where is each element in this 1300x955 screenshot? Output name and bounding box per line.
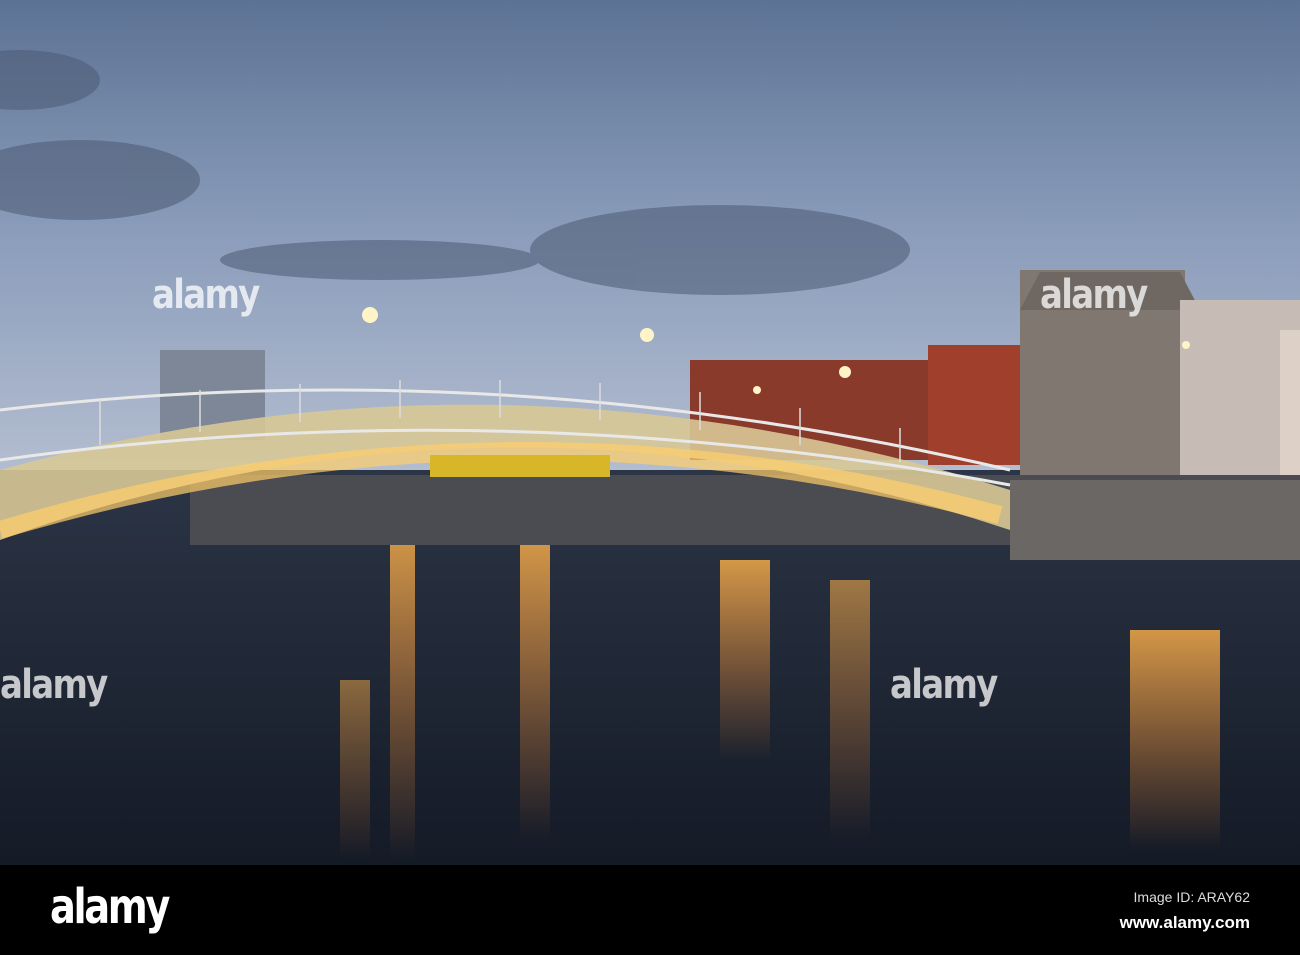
alamy-logo: alamy — [50, 879, 170, 935]
watermark-logo: alamy — [152, 272, 260, 318]
footer-bar: alamy Image ID: ARAY62 www.alamy.com — [0, 865, 1300, 955]
stone-quay — [1010, 480, 1300, 560]
image-id: Image ID: ARAY62 — [1133, 889, 1250, 905]
buses — [430, 455, 610, 477]
watermark-logo: alamy — [0, 662, 108, 708]
watermark-logo: alamy — [890, 662, 998, 708]
bridge-scene-photo — [0, 0, 1300, 865]
site-url: www.alamy.com — [1119, 913, 1250, 932]
stock-photo: alamy alamy alamy alamy alamy Image ID: … — [0, 0, 1300, 955]
watermark-logo: alamy — [1040, 272, 1148, 318]
